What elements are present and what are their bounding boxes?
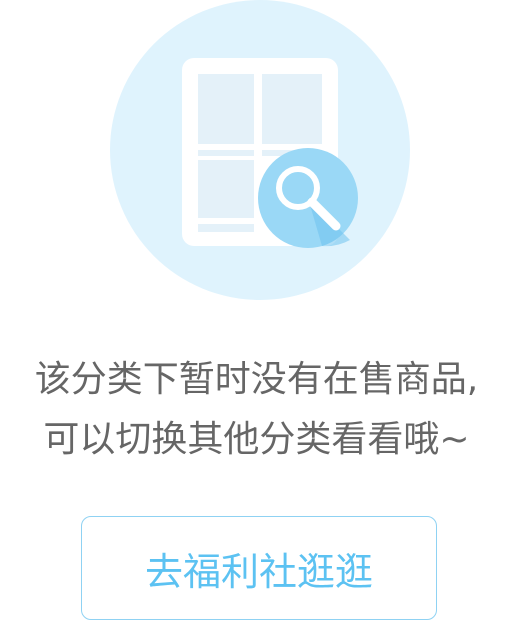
go-to-welfare-shop-button[interactable]: 去福利社逛逛 xyxy=(81,516,437,620)
empty-message-line1: 该分类下暂时没有在售商品, xyxy=(34,359,479,400)
empty-message-line2: 可以切换其他分类看看哦~ xyxy=(43,419,470,460)
empty-message: 该分类下暂时没有在售商品, 可以切换其他分类看看哦~ xyxy=(0,350,513,470)
empty-illustration xyxy=(110,0,410,300)
document-search-icon xyxy=(110,0,410,300)
